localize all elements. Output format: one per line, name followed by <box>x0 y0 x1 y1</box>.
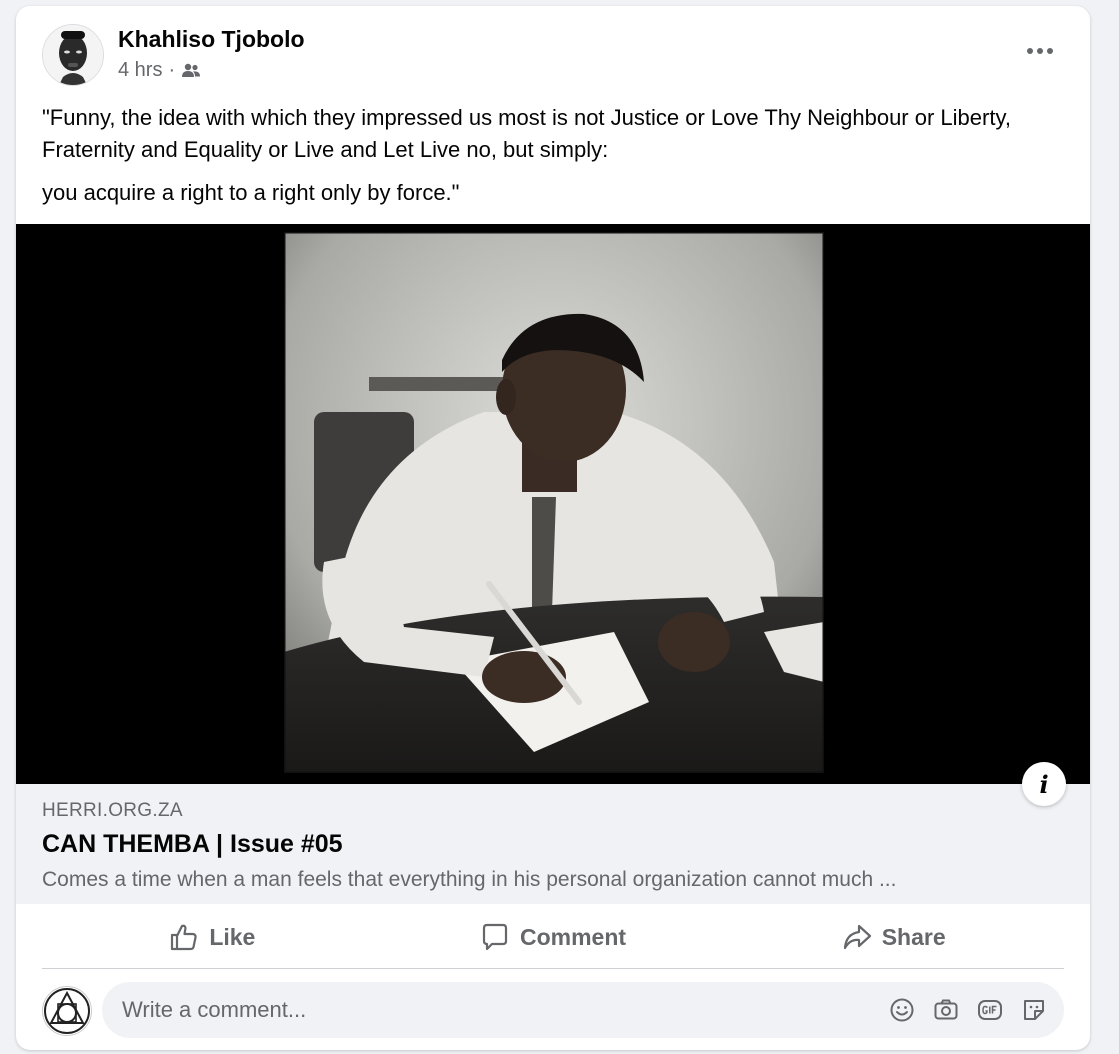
link-preview[interactable]: HERRI.ORG.ZA CAN THEMBA | Issue #05 Come… <box>16 784 1090 904</box>
gif-icon[interactable] <box>976 996 1004 1024</box>
like-button[interactable]: Like <box>42 906 383 968</box>
comment-input[interactable] <box>120 996 888 1024</box>
comment-button[interactable]: Comment <box>383 906 724 968</box>
share-button[interactable]: Share <box>723 906 1064 968</box>
info-button[interactable]: i <box>1022 762 1066 806</box>
like-icon <box>171 924 197 951</box>
comment-composer <box>102 982 1064 1038</box>
post-media[interactable] <box>16 224 1090 784</box>
author-avatar[interactable] <box>42 24 104 86</box>
share-label: Share <box>881 923 946 950</box>
post-photo[interactable] <box>284 232 824 773</box>
share-icon <box>843 924 871 950</box>
comment-label: Comment <box>519 923 627 950</box>
post-paragraph: "Funny, the idea with which they impress… <box>42 105 1011 162</box>
post-card: Khahliso Tjobolo 4 hrs · "Funny, the ide… <box>16 6 1090 1050</box>
post-paragraph: you acquire a right to a right only by f… <box>42 180 460 205</box>
sticker-icon[interactable] <box>1020 996 1048 1024</box>
post-meta: 4 hrs · <box>118 59 201 82</box>
post-actions-bar: Like Comment Share <box>42 906 1064 969</box>
friends-icon[interactable] <box>181 61 201 81</box>
comment-tools <box>888 996 1048 1024</box>
author-name[interactable]: Khahliso Tjobolo <box>118 26 305 53</box>
link-description: Comes a time when a man feels that every… <box>42 868 897 891</box>
more-options-button[interactable] <box>1020 36 1060 66</box>
post-timestamp[interactable]: 4 hrs <box>118 59 162 82</box>
current-user-avatar[interactable] <box>42 986 92 1036</box>
link-domain: HERRI.ORG.ZA <box>42 800 183 821</box>
link-title[interactable]: CAN THEMBA | Issue #05 <box>42 830 343 859</box>
emoji-icon[interactable] <box>888 996 916 1024</box>
camera-icon[interactable] <box>932 996 960 1024</box>
comment-icon <box>482 923 508 951</box>
meta-separator: · <box>168 59 176 81</box>
like-label: Like <box>209 923 256 950</box>
post-body: "Funny, the idea with which they impress… <box>42 102 1062 220</box>
